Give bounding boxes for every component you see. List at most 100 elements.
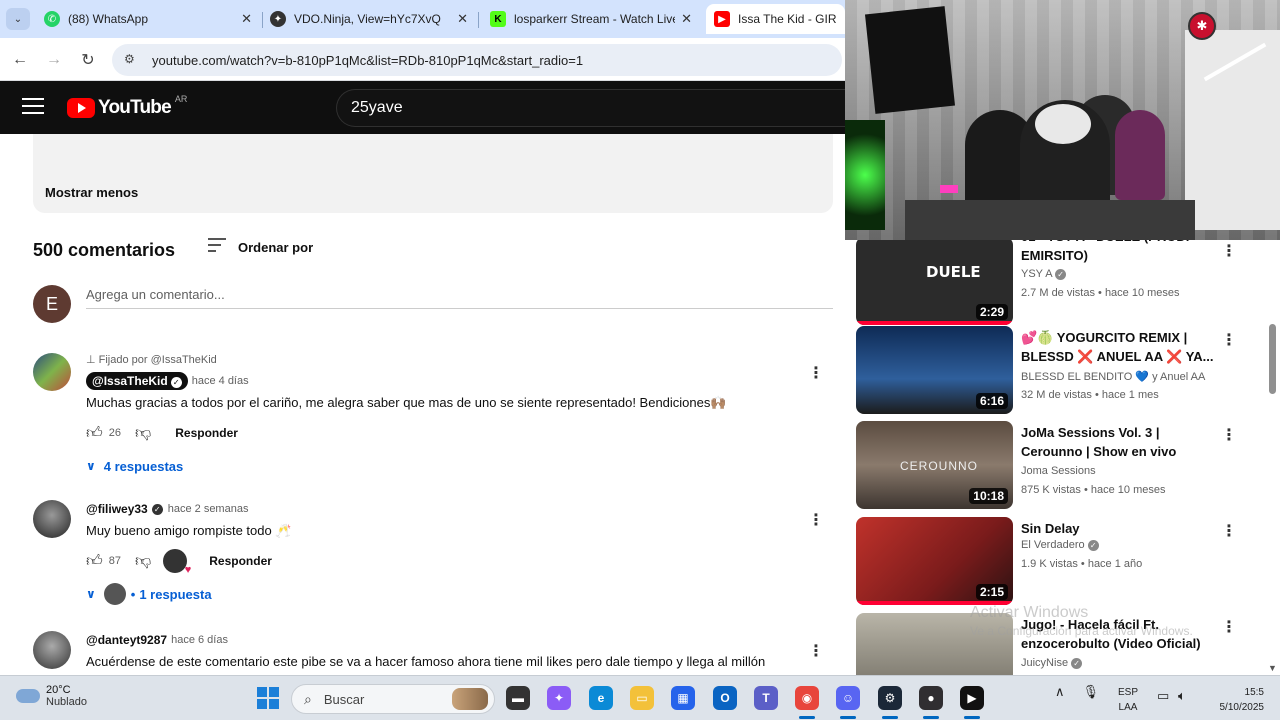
comment-author[interactable]: @filiwey33 [86, 502, 148, 516]
comment-time[interactable]: hace 6 días [171, 634, 228, 646]
store-icon[interactable]: ▦ [671, 686, 695, 710]
more-options-icon[interactable]: ⋮ [1221, 425, 1237, 445]
more-options-icon[interactable]: ⋮ [808, 641, 824, 661]
sort-icon [208, 238, 226, 256]
windows-start-icon[interactable] [257, 687, 279, 709]
comment-time[interactable]: hace 2 semanas [168, 503, 249, 515]
webcam-overlay [845, 0, 1280, 240]
avatar[interactable] [33, 500, 71, 538]
pink-light [940, 185, 958, 193]
youtube-logo[interactable]: YouTube AR [67, 94, 187, 119]
video-item[interactable]: CEROUNNO 10:18 JoMa Sessions Vol. 3 | Ce… [856, 421, 1276, 511]
reply-button[interactable]: Responder [209, 554, 272, 568]
chevron-up-icon[interactable]: ∧ [1055, 684, 1065, 700]
close-icon[interactable]: ✕ [457, 11, 468, 27]
menu-icon[interactable] [22, 98, 44, 116]
show-less-button[interactable]: Mostrar menos [45, 185, 138, 200]
comment-meta: @filiwey33 ✓ hace 2 semanas [86, 500, 806, 518]
microphone-icon[interactable]: 🎙︎ [1083, 684, 1100, 700]
tab-youtube-active[interactable]: ▶ Issa The Kid - GIROS X [706, 4, 845, 34]
dislike-icon[interactable]: 👎︎ [135, 552, 151, 571]
outlook-icon[interactable]: O [713, 686, 737, 710]
vdo-ninja-icon: ✦ [270, 11, 286, 27]
video-title[interactable]: 💕🍈 YOGURCITO REMIX | BLESSD ❌ ANUEL AA ❌… [1021, 328, 1216, 366]
more-options-icon[interactable]: ⋮ [1221, 330, 1237, 350]
weather-widget[interactable]: 20°C Nublado [16, 684, 87, 708]
running-indicator [964, 716, 980, 719]
person-head [1035, 104, 1091, 144]
video-channel[interactable]: JuicyNise ✓ [1021, 657, 1087, 669]
video-thumbnail[interactable]: CEROUNNO 10:18 [856, 421, 1013, 509]
view-replies-button[interactable]: ∨ 4 respuestas [86, 455, 806, 477]
video-channel[interactable]: YSY A ✓ [1021, 268, 1071, 280]
file-explorer-folder-icon[interactable]: ▬ [506, 686, 530, 710]
video-thumbnail[interactable]: 6:16 [856, 326, 1013, 414]
tab-vdo-ninja[interactable]: ✦ VDO.Ninja, View=hYc7XvQ ✕ [262, 4, 476, 34]
comment-time[interactable]: hace 4 días [192, 375, 249, 387]
view-replies-button[interactable]: ∨ • 1 respuesta [86, 583, 806, 605]
site-info-icon[interactable]: ⚙ [124, 52, 140, 68]
video-thumbnail[interactable]: DUELE 2:29 [856, 240, 1013, 325]
comment-author[interactable]: @IssaTheKid ✓ [86, 372, 188, 390]
close-icon[interactable]: ✕ [681, 11, 692, 27]
search-input[interactable]: 25yave [336, 89, 845, 127]
video-item[interactable]: DUELE 2:29 01 - YSY A - DUELE (PROD. EMI… [856, 240, 1276, 327]
clock[interactable]: 15:5 5/10/2025 [1206, 685, 1265, 715]
video-title[interactable]: Sin Delay [1021, 519, 1216, 538]
tab-search-button[interactable]: ⌄ [6, 8, 30, 30]
teams-icon[interactable]: T [754, 686, 778, 710]
video-channel[interactable]: Joma Sessions [1021, 465, 1096, 477]
url-field[interactable]: ⚙ youtube.com/watch?v=b-810pP1qMc&list=R… [112, 44, 842, 76]
video-thumbnail[interactable]: 2:15 [856, 517, 1013, 605]
scrollbar[interactable] [1267, 240, 1277, 675]
more-options-icon[interactable]: ⋮ [808, 363, 824, 383]
taskbar-search-input[interactable]: ⌕ Buscar [291, 684, 495, 714]
more-options-icon[interactable]: ⋮ [1221, 617, 1237, 637]
avatar[interactable] [33, 353, 71, 391]
more-options-icon[interactable]: ⋮ [1221, 241, 1237, 261]
like-icon[interactable]: 👍︎ [86, 424, 103, 443]
reload-icon[interactable]: ↻ [76, 48, 100, 72]
copilot-icon[interactable]: ✦ [547, 686, 571, 710]
comment-author[interactable]: @danteyt9287 [86, 633, 167, 647]
video-channel[interactable]: BLESSD EL BENDITO 💙 y Anuel AA [1021, 370, 1205, 383]
video-item[interactable]: 2:15 Sin Delay El Verdadero ✓ 1.9 K vist… [856, 517, 1276, 607]
tab-kick-stream[interactable]: K losparkerr Stream - Watch Live ✕ [482, 4, 700, 34]
edge-icon[interactable]: e [589, 686, 613, 710]
close-icon[interactable]: ✕ [241, 11, 252, 27]
monitor-glow [845, 120, 885, 230]
scroll-down-arrow-icon[interactable]: ▼ [1268, 663, 1277, 673]
comment-count: 500 comentarios [33, 239, 176, 260]
video-meta: 875 K vistas • hace 10 meses [1021, 484, 1166, 496]
back-arrow-icon[interactable]: ← [8, 48, 32, 72]
verified-icon: ✓ [1071, 658, 1083, 669]
discord-icon[interactable]: ☺ [836, 686, 860, 710]
more-options-icon[interactable]: ⋮ [1221, 521, 1237, 541]
forward-arrow-icon[interactable]: → [42, 48, 66, 72]
reply-button[interactable]: Responder [175, 426, 238, 440]
volume-icon[interactable]: 🔈︎ [1178, 688, 1186, 704]
file-explorer-icon[interactable]: ▭ [630, 686, 654, 710]
language-indicator[interactable]: ESP LAA [1118, 685, 1138, 715]
chrome-icon[interactable]: ◉ [795, 686, 819, 710]
sort-button[interactable]: Ordenar por [208, 237, 313, 257]
video-title[interactable]: JoMa Sessions Vol. 3 | Cerounno | Show e… [1021, 423, 1216, 461]
chevron-down-icon: ∨ [86, 459, 96, 473]
video-title[interactable]: 01 - YSY A - DUELE (PROD. EMIRSITO) [1021, 240, 1216, 265]
like-count: 26 [108, 427, 121, 439]
more-options-icon[interactable]: ⋮ [808, 510, 824, 530]
media-player-icon[interactable]: ▶ [960, 686, 984, 710]
user-avatar[interactable]: E [33, 285, 71, 323]
network-icon[interactable]: ▭ [1157, 688, 1169, 704]
comment-meta: @danteyt9287 hace 6 días [86, 631, 806, 649]
dislike-icon[interactable]: 👎︎ [135, 424, 151, 443]
scrollbar-thumb[interactable] [1269, 324, 1276, 394]
video-channel[interactable]: El Verdadero ✓ [1021, 539, 1104, 551]
avatar[interactable] [33, 631, 71, 669]
obs-icon[interactable]: ● [919, 686, 943, 710]
add-comment-input[interactable]: Agrega un comentario... [86, 287, 833, 309]
video-item[interactable]: 6:16 💕🍈 YOGURCITO REMIX | BLESSD ❌ ANUEL… [856, 326, 1276, 416]
like-icon[interactable]: 👍︎ [86, 552, 103, 571]
tab-whatsapp[interactable]: ✆ (88) WhatsApp ✕ [36, 4, 260, 34]
steam-icon[interactable]: ⚙ [878, 686, 902, 710]
